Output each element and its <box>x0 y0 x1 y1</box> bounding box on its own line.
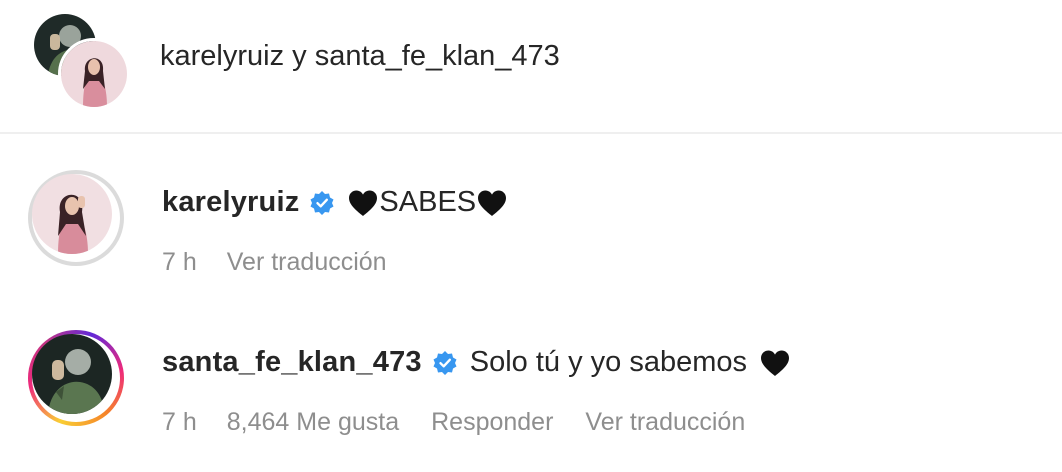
comment-username[interactable]: santa_fe_klan_473 <box>162 342 422 382</box>
comment-body: SABES <box>379 186 477 218</box>
comment-meta: 7 h 8,464 Me gusta Responder Ver traducc… <box>162 406 745 438</box>
comment-item: santa_fe_klan_473 Solo tú y yo sabemos 7… <box>0 330 1062 460</box>
comment-line: santa_fe_klan_473 Solo tú y yo sabemos <box>162 342 791 382</box>
karelyruiz-avatar[interactable] <box>58 38 130 110</box>
comment-timestamp[interactable]: 7 h <box>162 406 197 438</box>
black-heart-icon <box>476 189 508 217</box>
comment-text: Solo tú y yo sabemos <box>470 342 791 382</box>
black-heart-icon <box>347 189 379 217</box>
karelyruiz-profile-photo <box>32 174 112 254</box>
participants-avatar-stack[interactable] <box>34 14 130 110</box>
black-heart-icon <box>759 349 791 377</box>
comment-body: Solo tú y yo sabemos <box>469 346 748 378</box>
santa-fe-klan-profile-photo <box>32 334 112 414</box>
conversation-title[interactable]: karelyruiz y santa_fe_klan_473 <box>160 38 560 74</box>
comment-avatar-story-ring[interactable] <box>28 330 124 426</box>
verified-badge-icon <box>432 350 458 376</box>
reply-button[interactable]: Responder <box>431 406 553 438</box>
verified-badge-icon <box>309 190 335 216</box>
comment-line: karelyruiz SABES <box>162 182 508 222</box>
likes-count-button[interactable]: 8,464 Me gusta <box>227 406 399 438</box>
conversation-header: karelyruiz y santa_fe_klan_473 <box>0 0 1062 134</box>
comment-item: karelyruiz SABES 7 h Ver traducción <box>0 170 1062 290</box>
see-translation-button[interactable]: Ver traducción <box>585 406 745 438</box>
comment-meta: 7 h Ver traducción <box>162 246 387 278</box>
comment-timestamp[interactable]: 7 h <box>162 246 197 278</box>
comment-username[interactable]: karelyruiz <box>162 182 299 222</box>
comment-avatar[interactable] <box>28 170 124 266</box>
comment-text: SABES <box>347 182 508 222</box>
see-translation-button[interactable]: Ver traducción <box>227 246 387 278</box>
